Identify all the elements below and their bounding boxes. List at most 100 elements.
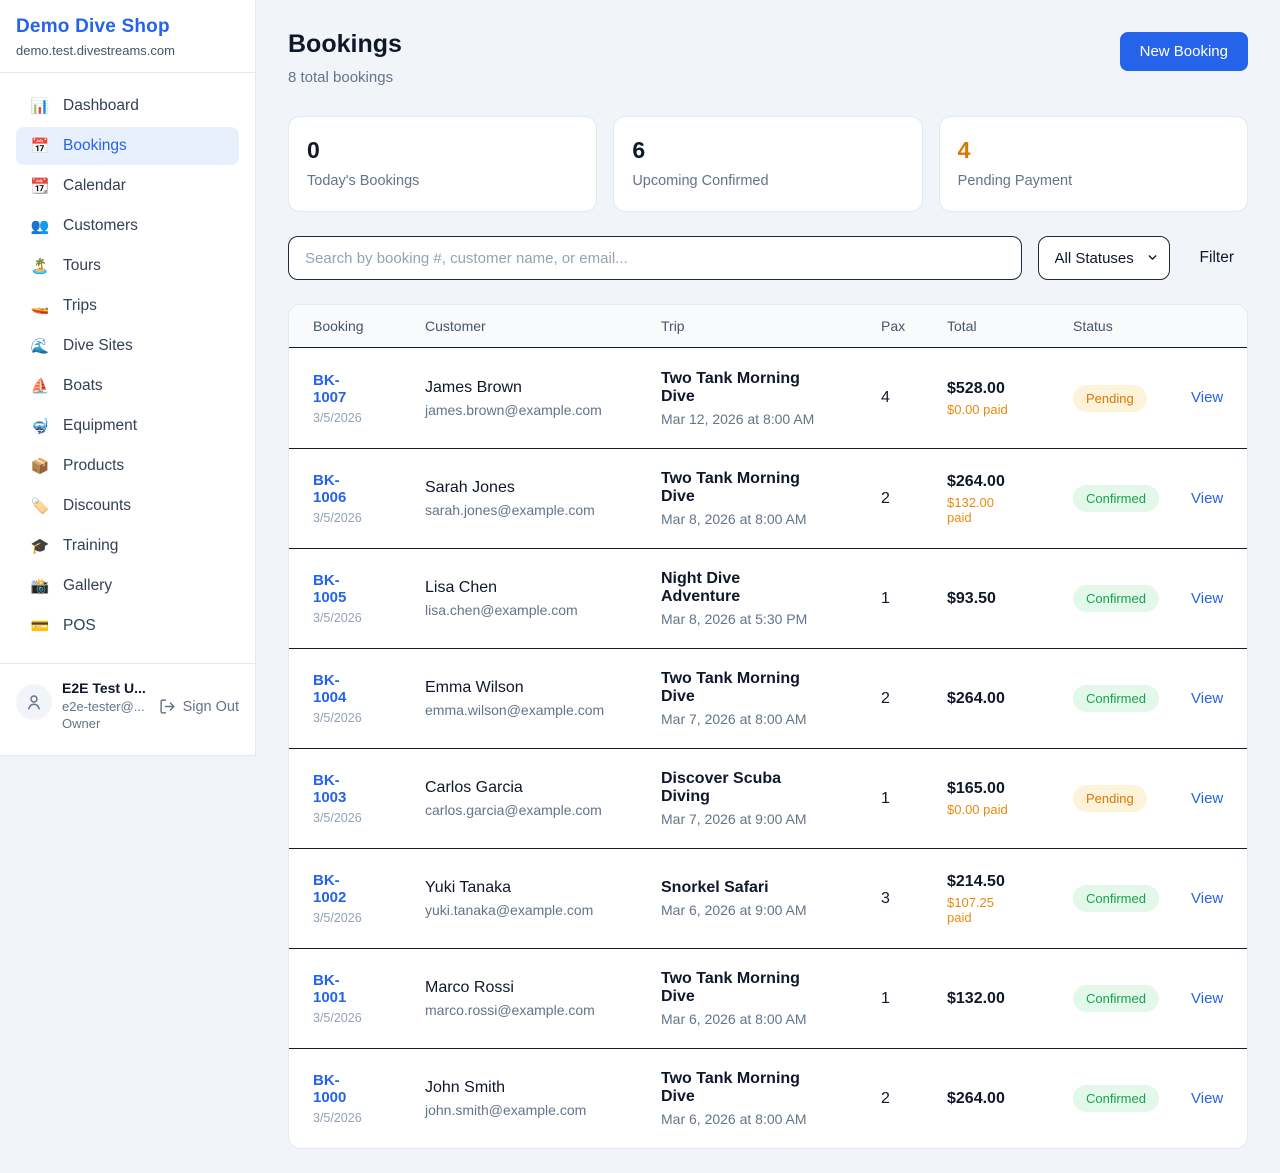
sign-out-button[interactable]: Sign Out — [159, 698, 239, 715]
sidebar-item-tours[interactable]: 🏝️ Tours — [16, 247, 239, 285]
customer-email: john.smith@example.com — [425, 1102, 661, 1118]
user-email: e2e-tester@... — [62, 699, 146, 714]
pax-count: 3 — [881, 890, 947, 908]
customer-name: John Smith — [425, 1079, 661, 1097]
stat-value: 4 — [958, 137, 1229, 164]
trip-datetime: Mar 8, 2026 at 5:30 PM — [661, 611, 881, 627]
booking-date: 3/5/2026 — [313, 411, 425, 425]
search-input[interactable] — [288, 236, 1022, 280]
calendar-icon: 📆 — [30, 177, 50, 195]
pax-count: 1 — [881, 790, 947, 808]
view-link[interactable]: View — [1191, 389, 1223, 406]
sidebar-item-trips[interactable]: 🚤 Trips — [16, 287, 239, 325]
pax-count: 2 — [881, 1090, 947, 1108]
filter-button[interactable]: Filter — [1186, 243, 1248, 273]
trip-name: Two Tank Morning Dive — [661, 370, 819, 406]
view-link[interactable]: View — [1191, 890, 1223, 907]
status-select-wrap: All Statuses — [1038, 236, 1170, 280]
total-amount: $264.00 — [947, 473, 1073, 491]
customer-name: Sarah Jones — [425, 479, 661, 497]
col-header-status: Status — [1073, 305, 1191, 347]
total-amount: $528.00 — [947, 380, 1073, 398]
view-link[interactable]: View — [1191, 1090, 1223, 1107]
page-header: Bookings 8 total bookings New Booking — [288, 30, 1248, 86]
col-header-trip: Trip — [661, 305, 881, 347]
view-link[interactable]: View — [1191, 790, 1223, 807]
discounts-icon: 🏷️ — [30, 497, 50, 515]
view-link[interactable]: View — [1191, 590, 1223, 607]
col-header-actions — [1191, 313, 1223, 339]
paid-amount: $107.25 paid — [947, 895, 1017, 925]
table-row: BK-1004 3/5/2026 Emma Wilson emma.wilson… — [289, 648, 1247, 748]
sidebar-item-bookings[interactable]: 📅 Bookings — [16, 127, 239, 165]
sidebar-item-gallery[interactable]: 📸 Gallery — [16, 567, 239, 605]
gallery-icon: 📸 — [30, 577, 50, 595]
table-row: BK-1002 3/5/2026 Yuki Tanaka yuki.tanaka… — [289, 848, 1247, 948]
sidebar-item-pos[interactable]: 💳 POS — [16, 607, 239, 645]
booking-id-link[interactable]: BK-1004 — [313, 672, 365, 706]
col-header-pax: Pax — [881, 305, 947, 347]
status-select[interactable]: All Statuses — [1038, 236, 1170, 280]
table-row: BK-1005 3/5/2026 Lisa Chen lisa.chen@exa… — [289, 548, 1247, 648]
equipment-icon: 🤿 — [30, 417, 50, 435]
sidebar-item-training[interactable]: 🎓 Training — [16, 527, 239, 565]
view-link[interactable]: View — [1191, 690, 1223, 707]
table-row: BK-1001 3/5/2026 Marco Rossi marco.rossi… — [289, 948, 1247, 1048]
booking-id-link[interactable]: BK-1007 — [313, 372, 365, 406]
booking-id-link[interactable]: BK-1003 — [313, 772, 365, 806]
total-amount: $132.00 — [947, 990, 1073, 1008]
sidebar-item-products[interactable]: 📦 Products — [16, 447, 239, 485]
paid-amount: $0.00 paid — [947, 402, 1017, 417]
sidebar-item-discounts[interactable]: 🏷️ Discounts — [16, 487, 239, 525]
total-amount: $214.50 — [947, 873, 1073, 891]
total-amount: $264.00 — [947, 690, 1073, 708]
booking-id-link[interactable]: BK-1002 — [313, 872, 365, 906]
view-link[interactable]: View — [1191, 490, 1223, 507]
trip-datetime: Mar 6, 2026 at 8:00 AM — [661, 1011, 881, 1027]
sidebar-item-boats[interactable]: ⛵ Boats — [16, 367, 239, 405]
booking-id-link[interactable]: BK-1001 — [313, 972, 365, 1006]
dashboard-icon: 📊 — [30, 97, 50, 115]
view-link[interactable]: View — [1191, 990, 1223, 1007]
trip-name: Two Tank Morning Dive — [661, 970, 819, 1006]
customer-email: marco.rossi@example.com — [425, 1002, 661, 1018]
sidebar-item-customers[interactable]: 👥 Customers — [16, 207, 239, 245]
booking-date: 3/5/2026 — [313, 511, 425, 525]
booking-id-link[interactable]: BK-1005 — [313, 572, 365, 606]
sidebar-item-calendar[interactable]: 📆 Calendar — [16, 167, 239, 205]
trip-name: Two Tank Morning Dive — [661, 1070, 819, 1106]
avatar — [16, 684, 52, 720]
bookings-table: Booking Customer Trip Pax Total Status B… — [288, 304, 1248, 1149]
sidebar-item-dive-sites[interactable]: 🌊 Dive Sites — [16, 327, 239, 365]
customer-name: Lisa Chen — [425, 579, 661, 597]
stat-card: 4 Pending Payment — [939, 116, 1248, 212]
brand-domain: demo.test.divestreams.com — [16, 43, 239, 58]
pos-icon: 💳 — [30, 617, 50, 635]
trip-datetime: Mar 6, 2026 at 8:00 AM — [661, 1111, 881, 1127]
products-icon: 📦 — [30, 457, 50, 475]
booking-id-link[interactable]: BK-1000 — [313, 1072, 365, 1106]
customer-name: Yuki Tanaka — [425, 879, 661, 897]
brand-name: Demo Dive Shop — [16, 16, 239, 38]
booking-date: 3/5/2026 — [313, 611, 425, 625]
status-badge: Confirmed — [1073, 1085, 1159, 1112]
dive-sites-icon: 🌊 — [30, 337, 50, 355]
stat-card: 0 Today's Bookings — [288, 116, 597, 212]
trip-datetime: Mar 6, 2026 at 9:00 AM — [661, 902, 881, 918]
booking-date: 3/5/2026 — [313, 811, 425, 825]
sidebar-item-equipment[interactable]: 🤿 Equipment — [16, 407, 239, 445]
booking-date: 3/5/2026 — [313, 1011, 425, 1025]
booking-date: 3/5/2026 — [313, 911, 425, 925]
customer-email: james.brown@example.com — [425, 402, 661, 418]
status-badge: Pending — [1073, 785, 1147, 812]
new-booking-button[interactable]: New Booking — [1120, 32, 1248, 71]
pax-count: 2 — [881, 490, 947, 508]
user-box: E2E Test U... e2e-tester@... Owner Sign … — [0, 663, 255, 747]
tours-icon: 🏝️ — [30, 257, 50, 275]
pax-count: 1 — [881, 990, 947, 1008]
booking-date: 3/5/2026 — [313, 711, 425, 725]
table-row: BK-1000 3/5/2026 John Smith john.smith@e… — [289, 1048, 1247, 1148]
booking-id-link[interactable]: BK-1006 — [313, 472, 365, 506]
sidebar-item-dashboard[interactable]: 📊 Dashboard — [16, 87, 239, 125]
status-badge: Confirmed — [1073, 885, 1159, 912]
